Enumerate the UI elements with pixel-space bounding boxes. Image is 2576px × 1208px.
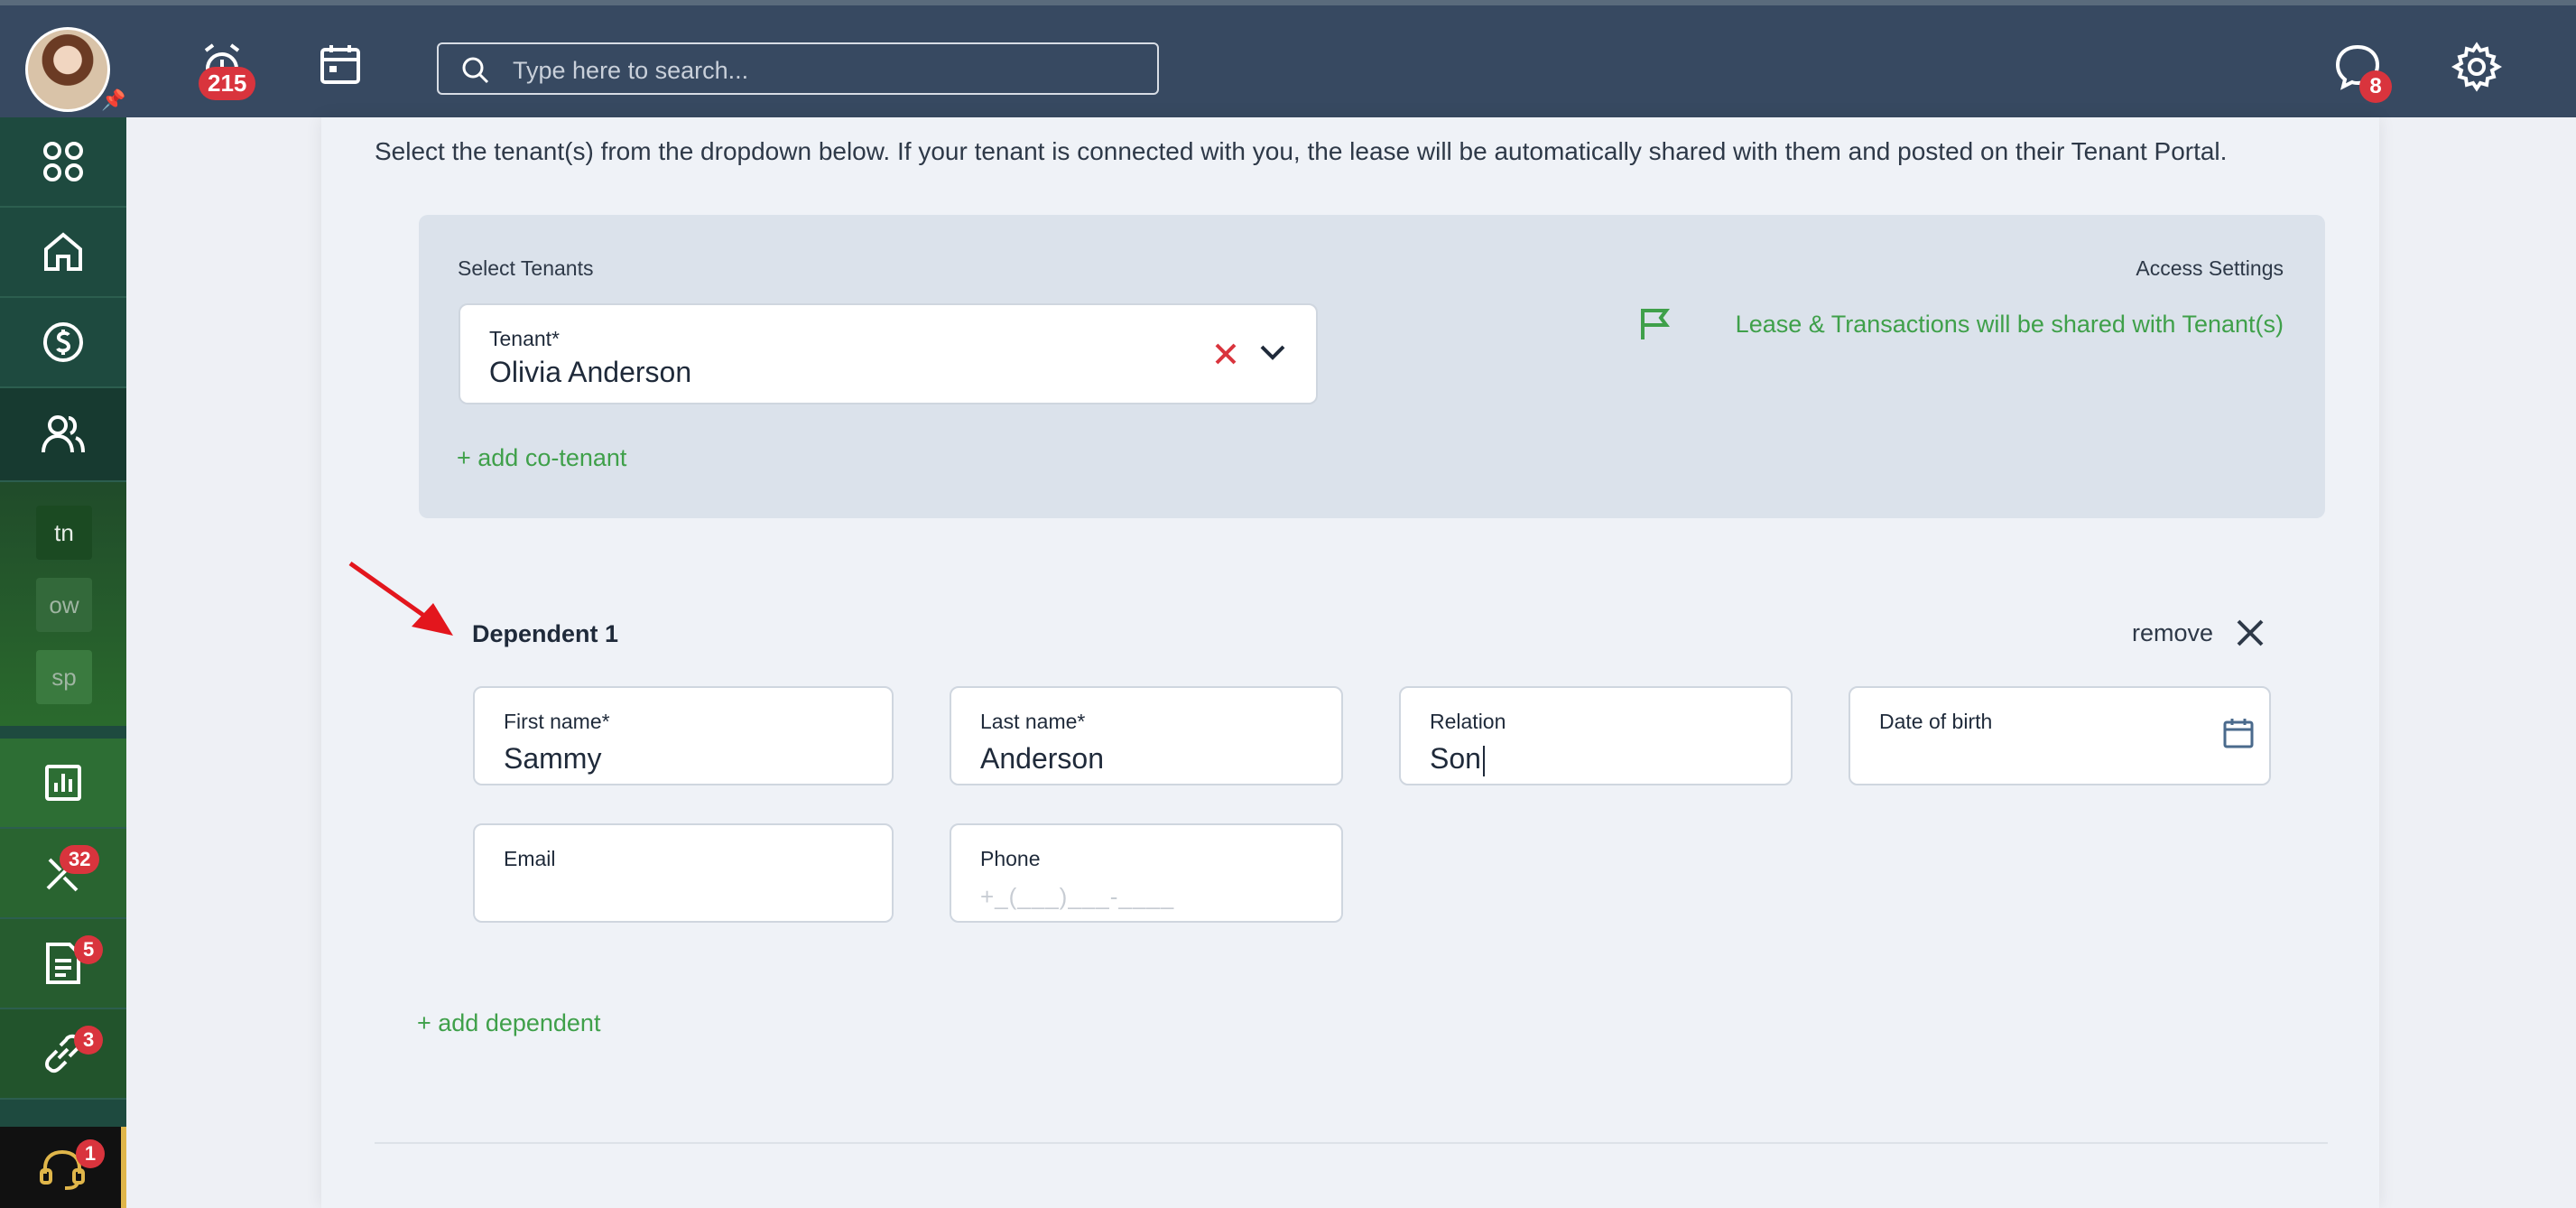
- relation-label: Relation: [1430, 710, 1506, 733]
- maintenance-badge: 32: [60, 845, 100, 874]
- sidebar: tn ow sp 32 5 3: [0, 117, 126, 1208]
- alarm-badge: 215: [199, 67, 256, 100]
- sidebar-item-properties[interactable]: [0, 208, 126, 298]
- close-icon: [2237, 619, 2264, 646]
- clear-icon[interactable]: [1213, 341, 1238, 371]
- dollar-icon: [43, 322, 83, 362]
- sidebar-chip-sp[interactable]: sp: [36, 650, 92, 704]
- date-of-birth-label: Date of birth: [1879, 710, 1993, 733]
- last-name-label: Last name*: [980, 710, 1086, 733]
- bar-chart-icon: [45, 765, 81, 801]
- sidebar-item-accounting[interactable]: [0, 298, 126, 388]
- first-name-value: Sammy: [504, 742, 602, 775]
- sidebar-item-tenants[interactable]: [0, 388, 126, 482]
- top-bar: 📌 215 Type here to search... 8: [0, 0, 2576, 117]
- access-settings-label: Access Settings: [2136, 256, 2284, 280]
- first-name-field[interactable]: First name* Sammy: [473, 686, 894, 785]
- sidebar-item-reports[interactable]: [0, 739, 126, 829]
- pin-icon[interactable]: 📌: [101, 88, 125, 112]
- text-caret: [1482, 745, 1485, 776]
- sidebar-chip-tn[interactable]: tn: [36, 506, 92, 560]
- dependent-title: Dependent 1: [472, 620, 619, 647]
- sidebar-item-support[interactable]: 1: [0, 1127, 126, 1208]
- access-settings-toggle[interactable]: Lease & Transactions will be shared with…: [1598, 307, 2284, 343]
- gear-icon[interactable]: [2451, 42, 2506, 96]
- add-dependent-link[interactable]: + add dependent: [417, 1009, 600, 1037]
- people-icon: [42, 415, 85, 453]
- sidebar-item-maintenance[interactable]: [0, 829, 126, 919]
- access-settings-text: Lease & Transactions will be shared with…: [1735, 311, 2284, 338]
- documents-badge: 5: [74, 935, 104, 964]
- sidebar-item-documents[interactable]: [0, 919, 126, 1009]
- grid-icon: [43, 142, 83, 181]
- phone-field[interactable]: Phone +_(___)___-____: [950, 823, 1343, 923]
- flag-icon: [1639, 307, 1672, 346]
- remove-label: remove: [2132, 619, 2214, 646]
- links-badge: 3: [74, 1026, 104, 1055]
- last-name-value: Anderson: [980, 742, 1104, 775]
- home-icon: [44, 232, 82, 271]
- relation-value: Son: [1430, 742, 1481, 775]
- add-cotenant-link[interactable]: + add co-tenant: [457, 444, 626, 472]
- phone-label: Phone: [980, 847, 1041, 870]
- relation-input: Son: [1430, 742, 1485, 776]
- remove-dependent-button[interactable]: remove: [2132, 614, 2267, 655]
- chevron-down-icon[interactable]: [1258, 343, 1287, 367]
- email-label: Email: [504, 847, 556, 870]
- relation-field[interactable]: Relation Son: [1399, 686, 1793, 785]
- phone-placeholder: +_(___)___-____: [980, 883, 1175, 910]
- tenant-selection-box: Select Tenants Access Settings Lease & T…: [419, 215, 2325, 518]
- search-icon: [460, 55, 491, 90]
- select-tenants-label: Select Tenants: [458, 256, 594, 280]
- calendar-icon[interactable]: [318, 42, 372, 96]
- sidebar-item-links[interactable]: [0, 1009, 126, 1100]
- annotation-arrow-icon: [348, 561, 453, 636]
- search-input[interactable]: Type here to search...: [437, 42, 1159, 95]
- tenant-select[interactable]: Tenant* Olivia Anderson: [459, 303, 1318, 404]
- sidebar-chip-ow[interactable]: ow: [36, 578, 92, 632]
- support-badge: 1: [76, 1139, 105, 1168]
- email-field[interactable]: Email: [473, 823, 894, 923]
- sidebar-shortcuts: tn ow sp: [0, 482, 126, 726]
- tenant-selected-value: Olivia Anderson: [489, 356, 692, 388]
- tenant-instructions: Select the tenant(s) from the dropdown b…: [375, 137, 2228, 165]
- first-name-label: First name*: [504, 710, 610, 733]
- search-placeholder: Type here to search...: [513, 57, 749, 84]
- tenant-field-label: Tenant*: [489, 327, 561, 350]
- section-divider: [375, 1142, 2328, 1144]
- messages-badge: 8: [2359, 70, 2392, 103]
- sidebar-item-dashboard[interactable]: [0, 117, 126, 208]
- date-of-birth-field[interactable]: Date of birth: [1849, 686, 2271, 785]
- user-avatar[interactable]: [25, 27, 110, 112]
- last-name-field[interactable]: Last name* Anderson: [950, 686, 1343, 785]
- calendar-icon[interactable]: [2222, 717, 2255, 754]
